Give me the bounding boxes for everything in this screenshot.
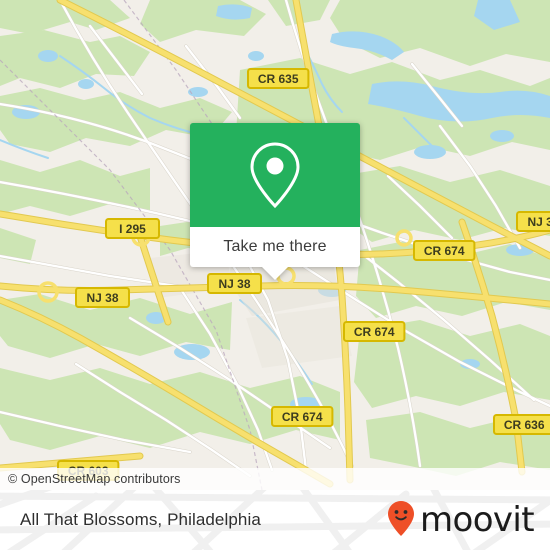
- road-shield-label: CR 674: [354, 325, 395, 339]
- road-shield: CR 636: [493, 414, 550, 435]
- road-shield-label: CR 674: [282, 410, 323, 424]
- road-shield: NJ 38: [75, 287, 130, 308]
- moovit-wordmark: moovit: [419, 500, 535, 540]
- poi-card-image: [190, 123, 360, 227]
- moovit-smiley-pin-icon: [387, 501, 414, 536]
- road-shield-label: I 295: [119, 222, 146, 236]
- road-shield-label: CR 674: [424, 244, 465, 258]
- road-shield-label: CR 636: [504, 418, 545, 432]
- road-shield: I 295: [105, 218, 160, 239]
- road-shield-label: NJ 38: [527, 215, 550, 229]
- map-attribution-bar: © OpenStreetMap contributors: [0, 468, 550, 490]
- footer-bar: All That Blossoms, Philadelphia moovit: [0, 490, 550, 550]
- moovit-logo[interactable]: moovit: [386, 500, 535, 540]
- map-canvas[interactable]: .frst { fill:#cde5b4; } .wtr { fill:#a5d…: [0, 0, 550, 490]
- poi-card-action[interactable]: Take me there: [190, 227, 360, 280]
- take-me-there-label: Take me there: [223, 238, 327, 255]
- road-shield: CR 674: [271, 406, 334, 427]
- road-shield-label: CR 635: [258, 72, 299, 86]
- poi-card-tail: [262, 267, 288, 280]
- road-shield-label: NJ 38: [86, 291, 118, 305]
- road-shield: NJ 38: [207, 273, 262, 294]
- map-pin-icon: [250, 142, 300, 209]
- poi-callout-card[interactable]: Take me there: [190, 123, 360, 280]
- road-shield: CR 674: [343, 321, 406, 342]
- osm-attribution-text[interactable]: © OpenStreetMap contributors: [8, 472, 181, 486]
- road-shield: NJ 38: [516, 211, 550, 232]
- road-shield-label: NJ 38: [218, 277, 250, 291]
- road-shield: CR 674: [413, 240, 476, 261]
- road-shield: CR 635: [247, 68, 310, 89]
- place-title: All That Blossoms, Philadelphia: [20, 510, 261, 529]
- moovit-place-map-screen: .frst { fill:#cde5b4; } .wtr { fill:#a5d…: [0, 0, 550, 550]
